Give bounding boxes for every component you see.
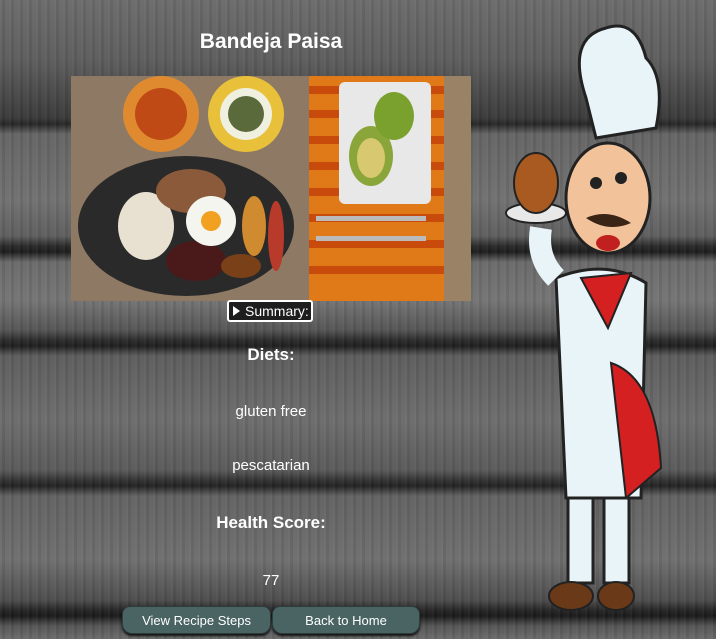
recipe-image: [71, 76, 471, 301]
diet-item: gluten free: [235, 403, 307, 420]
summary-toggle[interactable]: Summary:: [227, 300, 313, 322]
recipe-title: Bandeja Paisa: [199, 30, 343, 53]
health-score-value: 77: [262, 572, 280, 589]
view-recipe-steps-button[interactable]: View Recipe Steps: [122, 606, 271, 634]
summary-label: Summary:: [245, 303, 309, 319]
diet-item: pescatarian: [232, 457, 310, 474]
back-to-home-button[interactable]: Back to Home: [272, 606, 420, 634]
health-score-heading: Health Score:: [216, 513, 326, 532]
disclosure-triangle-icon: [233, 306, 240, 316]
chef-mascot-illustration: [505, 24, 663, 611]
diets-heading: Diets:: [247, 345, 295, 364]
